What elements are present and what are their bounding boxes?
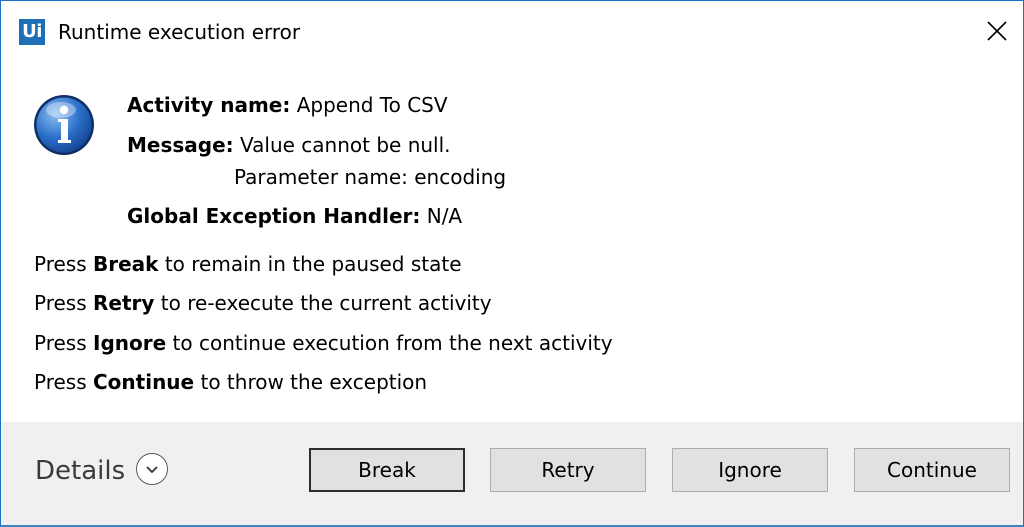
global-handler-label: Global Exception Handler: — [127, 204, 421, 228]
hint-continue: Press Continue to throw the exception — [34, 368, 427, 396]
global-handler-row: Global Exception Handler: N/A — [127, 202, 462, 230]
hint-keyword: Break — [93, 252, 159, 276]
hint-break: Press Break to remain in the paused stat… — [34, 250, 462, 278]
hint-retry: Press Retry to re-execute the current ac… — [34, 289, 492, 317]
hint-prefix: Press — [34, 291, 87, 315]
hint-prefix: Press — [34, 331, 87, 355]
hint-suffix: to remain in the paused state — [164, 252, 462, 276]
hint-suffix: to continue execution from the next acti… — [172, 331, 613, 355]
ignore-button[interactable]: Ignore — [672, 448, 828, 492]
retry-button[interactable]: Retry — [490, 448, 646, 492]
hint-keyword: Retry — [93, 291, 155, 315]
hint-prefix: Press — [34, 252, 87, 276]
hint-prefix: Press — [34, 370, 87, 394]
error-dialog: Ui Runtime execution error Activity name… — [0, 0, 1024, 527]
details-label[interactable]: Details — [35, 454, 125, 488]
message-value-line1: Value cannot be null. — [240, 133, 451, 157]
chevron-down-icon — [146, 466, 158, 474]
close-button[interactable] — [975, 11, 1019, 51]
message-value-line2: Parameter name: encoding — [234, 165, 507, 189]
close-icon — [987, 21, 1007, 41]
hint-ignore: Press Ignore to continue execution from … — [34, 329, 613, 357]
hint-keyword: Continue — [93, 370, 195, 394]
break-button[interactable]: Break — [309, 448, 465, 492]
activity-name-row: Activity name: Append To CSV — [127, 91, 448, 119]
hint-keyword: Ignore — [93, 331, 167, 355]
window-title: Runtime execution error — [58, 20, 301, 44]
details-toggle[interactable] — [136, 453, 168, 485]
hint-suffix: to throw the exception — [200, 370, 428, 394]
continue-button[interactable]: Continue — [854, 448, 1010, 492]
message-label: Message: — [127, 133, 234, 157]
global-handler-value: N/A — [426, 204, 463, 228]
activity-name-label: Activity name: — [127, 93, 291, 117]
message-row: Message: Value cannot be null. — [127, 131, 451, 159]
uipath-logo-icon: Ui — [19, 19, 45, 45]
activity-name-value: Append To CSV — [296, 93, 448, 117]
title-bar: Ui Runtime execution error — [1, 1, 1023, 61]
hint-suffix: to re-execute the current activity — [160, 291, 492, 315]
info-icon — [34, 95, 94, 155]
